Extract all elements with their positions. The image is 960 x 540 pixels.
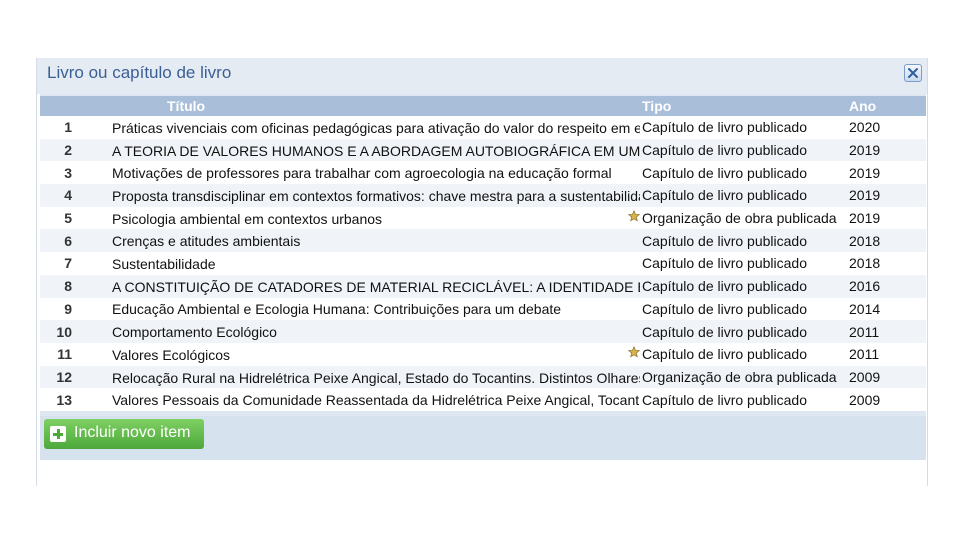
add-item-button[interactable]: Incluir novo item xyxy=(44,419,204,449)
row-tipo: Capítulo de livro publicado xyxy=(642,255,807,272)
row-title-cell[interactable]: A TEORIA DE VALORES HUMANOS E A ABORDAGE… xyxy=(112,139,642,162)
row-ano: 2020 xyxy=(849,119,881,136)
row-title-cell[interactable]: A CONSTITUIÇÃO DE CATADORES DE MATERIAL … xyxy=(112,275,642,298)
star-icon[interactable] xyxy=(628,209,640,222)
row-tipo: Capítulo de livro publicado xyxy=(642,164,807,181)
row-tipo: Capítulo de livro publicado xyxy=(642,119,807,136)
row-number: 10 xyxy=(56,323,72,340)
row-title[interactable]: Educação Ambiental e Ecologia Humana: Co… xyxy=(112,301,640,317)
row-title-cell[interactable]: Relocação Rural na Hidrelétrica Peixe An… xyxy=(112,366,642,389)
row-tipo: Capítulo de livro publicado xyxy=(642,300,807,317)
row-number: 11 xyxy=(57,346,72,363)
footer-bar: Incluir novo item xyxy=(40,416,926,460)
row-title[interactable]: Psicologia ambiental em contextos urbano… xyxy=(112,211,640,227)
row-title[interactable]: Práticas vivenciais com oficinas pedagóg… xyxy=(112,120,640,136)
table-row[interactable]: 9 Educação Ambiental e Ecologia Humana: C… xyxy=(40,297,926,321)
close-button[interactable] xyxy=(904,64,922,82)
row-title[interactable]: Crenças e atitudes ambientais xyxy=(112,233,640,249)
row-ano: 2018 xyxy=(849,232,881,249)
row-tipo: Organização de obra publicada xyxy=(642,368,837,385)
add-item-label: Incluir novo item xyxy=(74,424,191,441)
panel-title: Livro ou capítulo de livro xyxy=(47,63,232,82)
row-title[interactable]: A TEORIA DE VALORES HUMANOS E A ABORDAGE… xyxy=(112,143,640,159)
row-tipo: Capítulo de livro publicado xyxy=(642,323,807,340)
row-number: 12 xyxy=(56,368,72,385)
items-table: Título Tipo Ano 1 Práticas vivenciais com… xyxy=(40,96,926,411)
table-row[interactable]: 1 Práticas vivenciais com oficinas pedagó… xyxy=(40,116,926,139)
table-row[interactable]: 5 Psicologia ambiental em contextos urban… xyxy=(40,206,926,230)
row-tipo: Capítulo de livro publicado xyxy=(642,391,807,408)
row-tipo: Capítulo de livro publicado xyxy=(642,142,807,159)
row-title-cell[interactable]: Práticas vivenciais com oficinas pedagóg… xyxy=(112,116,642,139)
table-header-row: Título Tipo Ano xyxy=(40,96,926,116)
list-frame: Título Tipo Ano 1 Práticas vivenciais com… xyxy=(40,94,926,460)
column-header-title[interactable]: Título xyxy=(112,96,642,116)
row-title[interactable]: Valores Ecológicos xyxy=(112,347,640,363)
row-title-cell[interactable]: Valores Ecológicos xyxy=(112,343,642,366)
table-row[interactable]: 6 Crenças e atitudes ambientais Capítulo d… xyxy=(40,229,926,253)
row-title-cell[interactable]: Educação Ambiental e Ecologia Humana: Co… xyxy=(112,298,642,321)
row-number: 1 xyxy=(64,119,72,136)
row-title[interactable]: Motivações de professores para trabalhar… xyxy=(112,165,640,181)
column-header-ano[interactable]: Ano xyxy=(849,96,926,116)
bottom-strip xyxy=(40,460,926,486)
column-header-number xyxy=(40,96,112,116)
row-ano: 2011 xyxy=(849,323,880,340)
row-title-cell[interactable]: Crenças e atitudes ambientais xyxy=(112,229,642,252)
row-ano: 2019 xyxy=(849,210,881,227)
row-ano: 2011 xyxy=(849,346,880,363)
row-number: 2 xyxy=(64,142,72,159)
row-title[interactable]: Relocação Rural na Hidrelétrica Peixe An… xyxy=(112,370,640,386)
row-number: 13 xyxy=(56,391,72,408)
row-tipo: Capítulo de livro publicado xyxy=(642,232,807,249)
row-number: 4 xyxy=(64,187,72,204)
table-row[interactable]: 3 Motivações de professores para trabalha… xyxy=(40,161,926,185)
row-number: 6 xyxy=(64,232,72,249)
column-header-tipo[interactable]: Tipo xyxy=(642,96,849,116)
row-tipo: Organização de obra publicada xyxy=(642,210,837,227)
row-number: 9 xyxy=(64,300,72,317)
row-ano: 2019 xyxy=(849,142,881,159)
row-ano: 2009 xyxy=(849,368,881,385)
table-row[interactable]: 7 Sustentabilidade Capítulo de livro publi… xyxy=(40,252,926,275)
table-row[interactable]: 12 Relocação Rural na Hidrelétrica Peixe … xyxy=(40,365,926,389)
row-title-cell[interactable]: Valores Pessoais da Comunidade Reassenta… xyxy=(112,388,642,411)
row-title-cell[interactable]: Motivações de professores para trabalhar… xyxy=(112,161,642,184)
row-title[interactable]: Valores Pessoais da Comunidade Reassenta… xyxy=(112,392,640,408)
panel-header: Livro ou capítulo de livro xyxy=(37,58,927,94)
row-ano: 2019 xyxy=(849,187,881,204)
row-title-cell[interactable]: Sustentabilidade xyxy=(112,252,642,275)
row-title[interactable]: Comportamento Ecológico xyxy=(112,324,640,340)
plus-icon xyxy=(50,426,66,442)
row-title[interactable]: A CONSTITUIÇÃO DE CATADORES DE MATERIAL … xyxy=(112,279,640,295)
row-ano: 2014 xyxy=(849,300,881,317)
table-row[interactable]: 13 Valores Pessoais da Comunidade Reassen… xyxy=(40,388,926,411)
close-icon xyxy=(908,68,918,78)
row-title-cell[interactable]: Psicologia ambiental em contextos urbano… xyxy=(112,207,642,230)
table-row[interactable]: 2 A TEORIA DE VALORES HUMANOS E A ABORDAG… xyxy=(40,138,926,162)
row-number: 8 xyxy=(64,278,72,295)
row-tipo: Capítulo de livro publicado xyxy=(642,187,807,204)
row-ano: 2016 xyxy=(849,278,881,295)
livro-panel: Livro ou capítulo de livro Título Tipo A… xyxy=(36,58,928,486)
row-number: 5 xyxy=(64,210,72,227)
row-ano: 2018 xyxy=(849,255,881,272)
table-row[interactable]: 11 Valores Ecológicos Capítulo de livro pu… xyxy=(40,342,926,366)
table-row[interactable]: 10 Comportamento Ecológico Capítulo de liv… xyxy=(40,320,926,343)
row-ano: 2019 xyxy=(849,164,881,181)
row-tipo: Capítulo de livro publicado xyxy=(642,278,807,295)
row-title[interactable]: Sustentabilidade xyxy=(112,256,640,272)
row-number: 3 xyxy=(64,164,72,181)
row-title-cell[interactable]: Proposta transdisciplinar em contextos f… xyxy=(112,184,642,207)
row-ano: 2009 xyxy=(849,391,881,408)
star-icon[interactable] xyxy=(628,345,640,358)
row-title-cell[interactable]: Comportamento Ecológico xyxy=(112,320,642,343)
row-tipo: Capítulo de livro publicado xyxy=(642,346,807,363)
table-row[interactable]: 8 A CONSTITUIÇÃO DE CATADORES DE MATERIAL… xyxy=(40,274,926,298)
row-title[interactable]: Proposta transdisciplinar em contextos f… xyxy=(112,188,640,204)
table-row[interactable]: 4 Proposta transdisciplinar em contextos … xyxy=(40,184,926,207)
row-number: 7 xyxy=(64,255,72,272)
